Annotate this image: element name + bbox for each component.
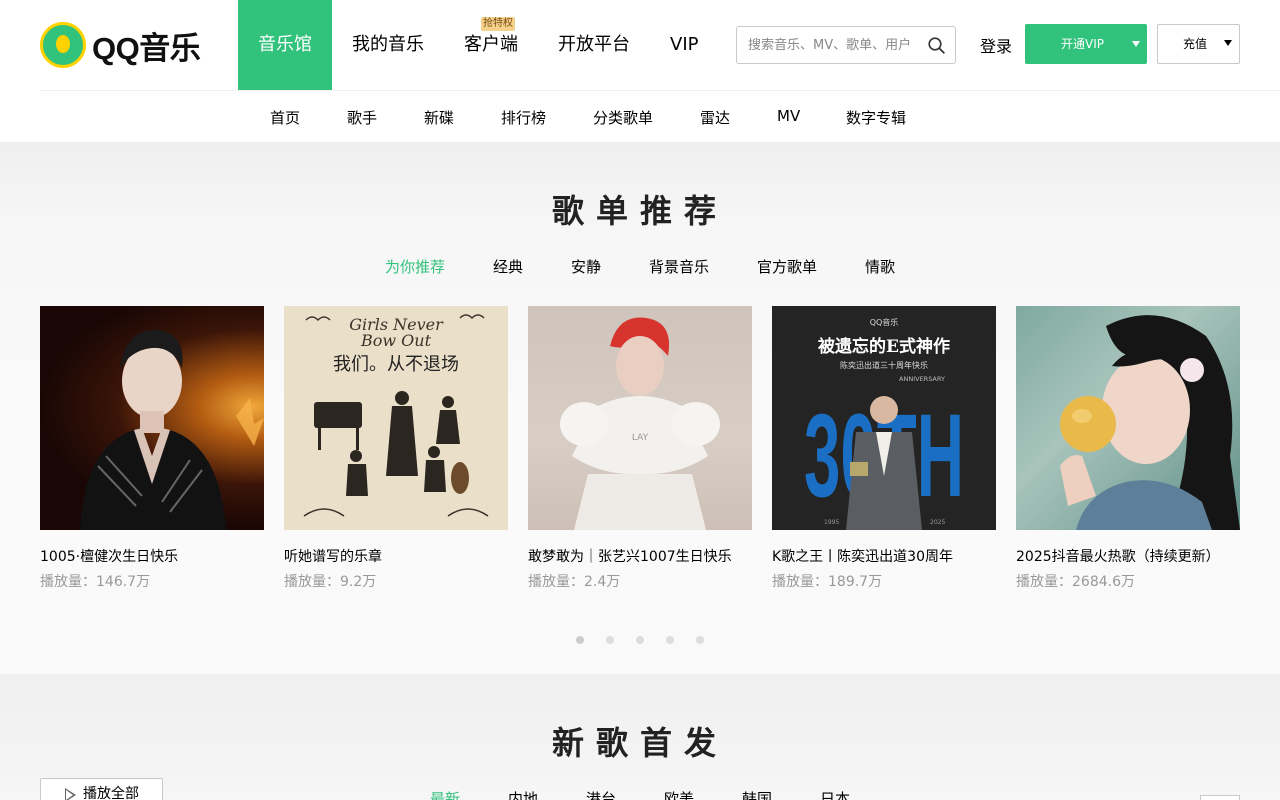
search-box xyxy=(736,26,956,64)
caret-down-icon[interactable] xyxy=(1224,40,1232,46)
tab-latest[interactable]: 最新 xyxy=(430,788,460,800)
playlist-title[interactable]: 2025抖音最火热歌（持续更新） xyxy=(1016,546,1240,566)
sub-nav: 首页 歌手 新碟 排行榜 分类歌单 雷达 MV 数字专辑 xyxy=(0,91,1280,142)
tab-quiet[interactable]: 安静 xyxy=(571,256,601,277)
tab-korea[interactable]: 韩国 xyxy=(742,788,772,800)
subnav-home[interactable]: 首页 xyxy=(270,107,300,128)
subnav-new-albums[interactable]: 新碟 xyxy=(424,107,454,128)
tab-for-you[interactable]: 为你推荐 xyxy=(385,256,445,277)
tab-western[interactable]: 欧美 xyxy=(664,788,694,800)
site-header: QQ音乐 音乐馆 我的音乐 客户端 抢特权 开放平台 VIP 登录 开通VIP … xyxy=(0,0,1280,90)
playlist-cover[interactable] xyxy=(1016,306,1240,530)
anniversary-poster-illustration: QQ音乐 被遗忘的E式神作 陈奕迅出道三十周年快乐 ANNIVERSARY 30… xyxy=(804,317,964,530)
open-vip-button[interactable]: 开通VIP xyxy=(1025,24,1147,64)
playlist-section-title: 歌单推荐 xyxy=(551,192,728,230)
tab-mainland[interactable]: 内地 xyxy=(508,788,538,800)
nav-item-open-platform[interactable]: 开放平台 xyxy=(538,0,650,90)
tab-classic[interactable]: 经典 xyxy=(493,256,523,277)
carousel-dot[interactable] xyxy=(606,636,614,644)
tab-japan[interactable]: 日本 xyxy=(820,788,850,800)
orchestra-illustration: Girls Never Bow Out 我们。从不退场 xyxy=(303,314,489,517)
playlist-cover[interactable]: QQ音乐 被遗忘的E式神作 陈奕迅出道三十周年快乐 ANNIVERSARY 30… xyxy=(772,306,996,530)
play-all-label: 播放全部 xyxy=(83,786,139,800)
open-vip-label: 开通VIP xyxy=(1061,37,1104,51)
playlist-card[interactable]: 1005·檀健次生日快乐 播放量：146.7万 xyxy=(40,306,264,591)
search-input[interactable] xyxy=(737,27,923,63)
playlist-cover[interactable]: Girls Never Bow Out 我们。从不退场 xyxy=(284,306,508,530)
playlist-cover[interactable] xyxy=(40,306,264,530)
qq-music-logo[interactable]: QQ音乐 xyxy=(40,21,210,69)
logo-text: QQ音乐 xyxy=(92,30,201,66)
main-nav: 音乐馆 我的音乐 客户端 抢特权 开放平台 VIP xyxy=(238,0,718,90)
subnav-category-playlists[interactable]: 分类歌单 xyxy=(593,107,653,128)
subnav-charts[interactable]: 排行榜 xyxy=(501,107,546,128)
nav-item-vip[interactable]: VIP xyxy=(650,0,718,90)
music-note-icon xyxy=(40,22,86,68)
playlist-title[interactable]: 1005·檀健次生日快乐 xyxy=(40,546,264,566)
new-songs-section-title: 新歌首发 xyxy=(551,724,728,762)
playlist-cover[interactable]: LAY xyxy=(528,306,752,530)
carousel-dot[interactable] xyxy=(636,636,644,644)
carousel-pagination xyxy=(576,636,704,644)
playlist-title[interactable]: 敢梦敢为｜张艺兴1007生日快乐 xyxy=(528,546,752,566)
play-count: 播放量：2684.6万 xyxy=(1016,574,1135,590)
cover-text-line3: 我们。从不退场 xyxy=(333,354,459,375)
cover-text-title: 被遗忘的E式神作 xyxy=(818,336,950,357)
playlist-card[interactable]: Girls Never Bow Out 我们。从不退场 听她谱写的乐章 播放量：… xyxy=(284,306,508,591)
carousel-dot[interactable] xyxy=(666,636,674,644)
singer-portrait-illustration xyxy=(80,329,264,530)
play-count: 播放量：2.4万 xyxy=(528,574,621,590)
singer-portrait-illustration: LAY xyxy=(560,317,720,530)
cover-text-subtitle: 陈奕迅出道三十周年快乐 xyxy=(840,360,928,370)
cover-text-start-year: 1995 xyxy=(824,519,839,526)
cover-text-line2: Bow Out xyxy=(360,331,432,350)
nav-item-client[interactable]: 客户端 抢特权 xyxy=(444,0,538,90)
charge-button[interactable]: 充值 xyxy=(1157,24,1240,64)
cover-text-anniversary: ANNIVERSARY xyxy=(899,375,945,383)
play-count: 播放量：9.2万 xyxy=(284,574,377,590)
login-link[interactable]: 登录 xyxy=(980,33,1012,57)
privilege-badge: 抢特权 xyxy=(481,17,515,31)
playlist-title[interactable]: 听她谱写的乐章 xyxy=(284,546,508,566)
cover-text-end-year: 2025 xyxy=(930,519,945,526)
playlist-card[interactable]: QQ音乐 被遗忘的E式神作 陈奕迅出道三十周年快乐 ANNIVERSARY 30… xyxy=(772,306,996,591)
cover-text-lay: LAY xyxy=(632,433,649,443)
caret-down-icon[interactable] xyxy=(1132,41,1140,47)
play-icon xyxy=(65,788,76,800)
tab-love-songs[interactable]: 情歌 xyxy=(865,256,895,277)
playlist-card[interactable]: LAY 敢梦敢为｜张艺兴1007生日快乐 播放量：2.4万 xyxy=(528,306,752,591)
charge-label: 充值 xyxy=(1183,37,1208,51)
cover-text-logo: QQ音乐 xyxy=(870,317,899,327)
subnav-mv[interactable]: MV xyxy=(777,107,800,125)
tab-hk-tw[interactable]: 港台 xyxy=(586,788,616,800)
playlist-card[interactable]: 2025抖音最火热歌（持续更新） 播放量：2684.6万 xyxy=(1016,306,1240,591)
play-count: 播放量：189.7万 xyxy=(772,574,883,590)
play-count: 播放量：146.7万 xyxy=(40,574,151,590)
nav-item-my-music[interactable]: 我的音乐 xyxy=(332,0,444,90)
search-icon[interactable] xyxy=(928,37,945,54)
carousel-dot[interactable] xyxy=(696,636,704,644)
carousel-dot[interactable] xyxy=(576,636,584,644)
play-all-button[interactable]: 播放全部 xyxy=(40,778,163,800)
nav-item-music-hall[interactable]: 音乐馆 xyxy=(238,0,332,90)
nav-item-client-label: 客户端 xyxy=(464,34,518,55)
new-songs-nav-button[interactable] xyxy=(1200,795,1240,800)
subnav-singers[interactable]: 歌手 xyxy=(347,107,377,128)
playlist-title[interactable]: K歌之王丨陈奕迅出道30周年 xyxy=(772,546,996,566)
subnav-digital-albums[interactable]: 数字专辑 xyxy=(846,107,906,128)
tab-background-music[interactable]: 背景音乐 xyxy=(649,256,709,277)
singer-portrait-illustration xyxy=(1060,315,1240,530)
tab-official-playlists[interactable]: 官方歌单 xyxy=(757,256,817,277)
subnav-radar[interactable]: 雷达 xyxy=(700,107,730,128)
